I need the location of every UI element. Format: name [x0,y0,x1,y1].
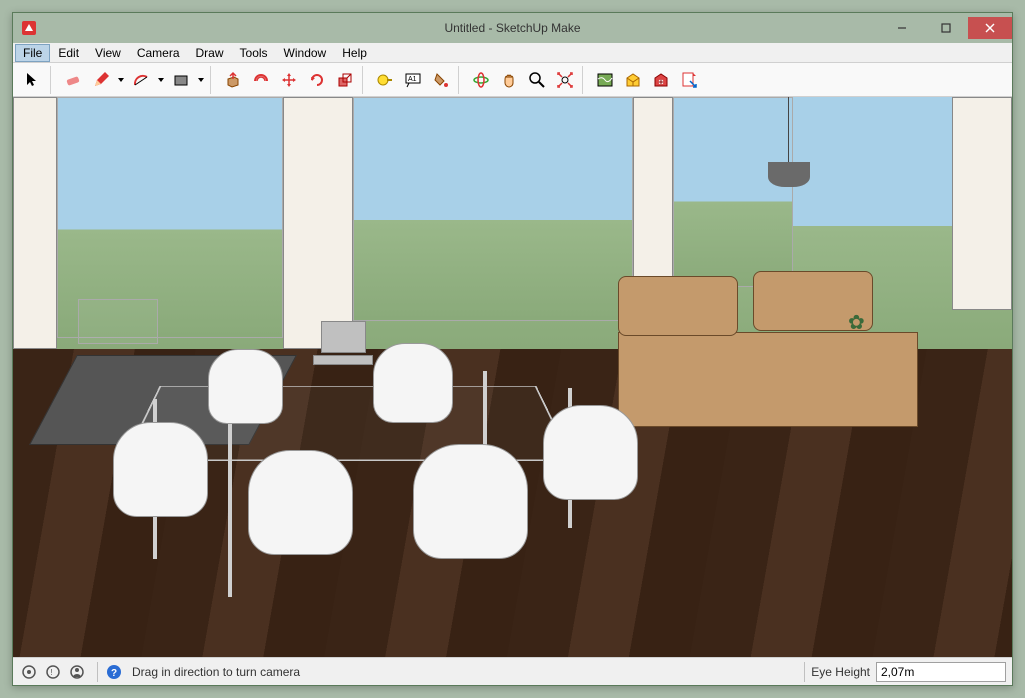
zoom-extents-tool[interactable] [551,66,579,94]
3d-viewport[interactable]: ✿ [13,97,1012,657]
status-separator [804,662,805,682]
eraser-tool[interactable] [59,66,87,94]
pencil-tool[interactable] [87,66,115,94]
chair-4 [543,405,638,500]
titlebar: Untitled - SketchUp Make [13,13,1012,43]
armchair-1 [618,276,738,336]
app-icon [21,20,37,36]
toolbar-separator [362,66,368,94]
chair-1 [113,422,208,517]
plant-icon: ✿ [848,310,865,335]
toolbar-separator [458,66,464,94]
help-icon[interactable]: ? [104,662,124,682]
sofa-base [618,332,918,427]
toolbar-separator [50,66,56,94]
svg-text:?: ? [111,668,117,679]
menu-tools[interactable]: Tools [232,44,276,62]
extension-warehouse-tool[interactable] [647,66,675,94]
credits-icon[interactable]: ! [43,662,63,682]
shapes-tool[interactable] [167,66,195,94]
3d-warehouse-tool[interactable] [619,66,647,94]
send-to-layout-tool[interactable] [675,66,703,94]
pushpull-tool[interactable] [219,66,247,94]
maximize-button[interactable] [924,17,968,39]
toolbar: A1 [13,63,1012,97]
shapes-dropdown[interactable] [195,66,207,94]
paint-tool[interactable] [427,66,455,94]
menu-window[interactable]: Window [276,44,335,62]
window-2 [353,97,633,321]
laptop-screen [321,321,366,353]
menu-view[interactable]: View [87,44,129,62]
menu-camera[interactable]: Camera [129,44,188,62]
pillar-1 [283,97,353,349]
menu-file[interactable]: File [15,44,50,62]
app-window: Untitled - SketchUp Make File Edit View … [12,12,1013,686]
zoom-tool[interactable] [523,66,551,94]
laptop-base [313,355,373,365]
svg-text:!: ! [51,668,53,677]
table-leg [228,422,232,597]
statusbar: ! ? Drag in direction to turn camera Eye… [13,657,1012,685]
chair-6 [373,343,453,423]
tape-tool[interactable] [371,66,399,94]
offset-tool[interactable] [247,66,275,94]
svg-text:A1: A1 [408,76,417,83]
arc-dropdown[interactable] [155,66,167,94]
side-table [78,299,158,344]
select-tool[interactable] [19,66,47,94]
eye-height-input[interactable] [876,662,1006,682]
pendant-lamp [768,162,810,187]
chair-2 [248,450,353,555]
pan-tool[interactable] [495,66,523,94]
geo-status-icon[interactable] [19,662,39,682]
menu-help[interactable]: Help [334,44,375,62]
menubar: File Edit View Camera Draw Tools Window … [13,43,1012,63]
lamp-cord [788,97,789,167]
orbit-tool[interactable] [467,66,495,94]
chair-3 [413,444,528,559]
toolbar-separator [582,66,588,94]
window-title: Untitled - SketchUp Make [13,21,1012,35]
scale-tool[interactable] [331,66,359,94]
scene: ✿ [13,97,1012,657]
close-button[interactable] [968,17,1012,39]
arc-tool[interactable] [127,66,155,94]
chair-5 [208,349,283,424]
pencil-dropdown[interactable] [115,66,127,94]
toolbar-separator [210,66,216,94]
rotate-tool[interactable] [303,66,331,94]
wall-right [952,97,1012,310]
status-hint: Drag in direction to turn camera [128,665,798,679]
pillar-2 [633,97,673,299]
menu-draw[interactable]: Draw [188,44,232,62]
text-tool[interactable]: A1 [399,66,427,94]
move-tool[interactable] [275,66,303,94]
eye-height-label: Eye Height [811,665,870,679]
minimize-button[interactable] [880,17,924,39]
status-separator [97,662,98,682]
menu-edit[interactable]: Edit [50,44,87,62]
wall-left [13,97,57,349]
window-controls [880,17,1012,39]
user-icon[interactable] [67,662,87,682]
geolocation-tool[interactable] [591,66,619,94]
window-3 [673,97,793,287]
